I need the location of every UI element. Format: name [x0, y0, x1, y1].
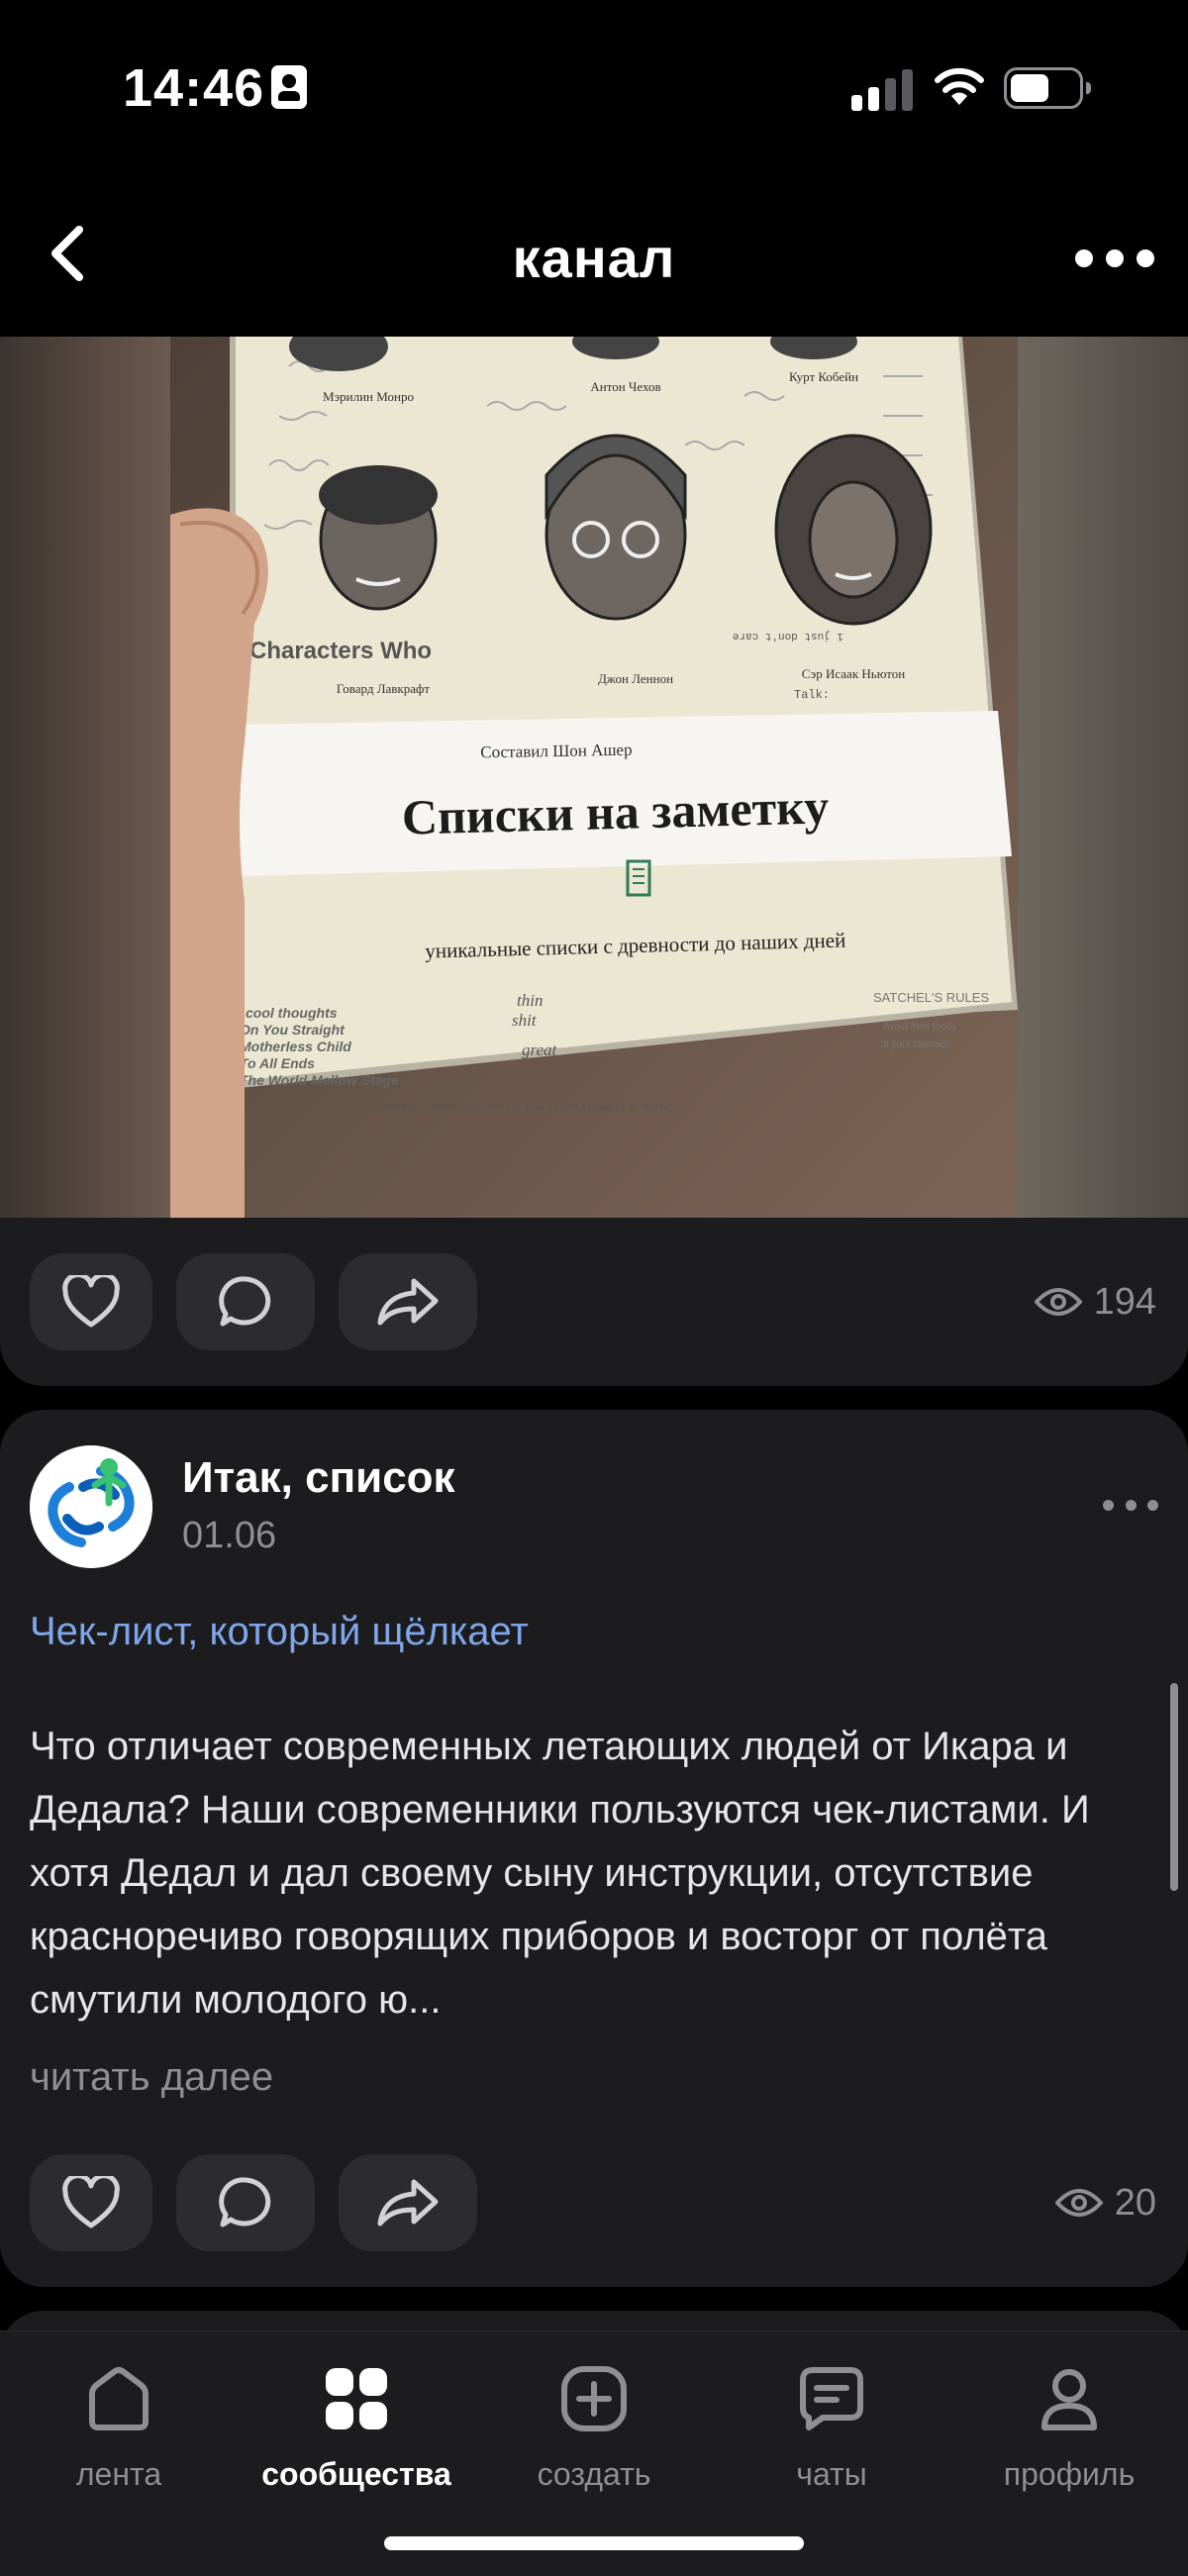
post-image-area[interactable]: Мэрилин Монро Антон Чехов Курт Кобейн Го…: [0, 337, 1188, 1218]
more-options-button[interactable]: [1075, 234, 1154, 283]
eye-icon: [1034, 1288, 1082, 1316]
author-name[interactable]: Итак, список: [182, 1453, 455, 1503]
portrait-label: Сэр Исаак Ньютон: [802, 666, 905, 681]
tab-communities[interactable]: сообщества: [238, 2359, 475, 2508]
channel-logo-icon: [30, 1445, 152, 1568]
more-dot: [1106, 249, 1124, 267]
cover-snippet: Avoid fried foods: [883, 1022, 956, 1033]
views-count: 20: [1114, 2181, 1156, 2224]
portrait-label: Говард Лавкрафт: [337, 681, 431, 696]
book-cover-photo: Мэрилин Монро Антон Чехов Курт Кобейн Го…: [170, 337, 1018, 1218]
cover-snippet: SATCHEL'S RULES: [873, 990, 989, 1005]
like-button[interactable]: [30, 2154, 152, 2251]
more-dot: [1125, 1499, 1137, 1511]
comment-button[interactable]: [176, 2154, 315, 2251]
media-post-card: 194: [0, 1218, 1188, 1386]
status-bar: 14:46: [0, 0, 1188, 178]
grid-icon: [317, 2359, 396, 2438]
screen: 14:46 канал Мэрилин Монро Антон Чехов Ку…: [0, 0, 1188, 2576]
portrait-label: Джон Леннон: [598, 671, 673, 686]
comment-bubble-icon: [219, 2177, 271, 2228]
id-card-icon: [271, 65, 307, 109]
home-indicator: [384, 2536, 804, 2550]
tab-create[interactable]: создать: [475, 2359, 713, 2508]
wifi-icon: [935, 67, 984, 105]
post-body: Что отличает современных летающих людей …: [30, 1725, 1090, 2022]
cover-snippet: If your stomach: [883, 1040, 950, 1050]
more-dot: [1103, 1499, 1114, 1511]
status-time: 14:46: [123, 58, 265, 118]
post-title[interactable]: Чек-лист, который щёлкает: [30, 1610, 529, 1654]
share-arrow-icon: [377, 2179, 439, 2227]
portrait-label: Антон Чехов: [590, 379, 660, 394]
plus-square-icon: [554, 2359, 634, 2438]
post-more-button[interactable]: [1103, 1495, 1158, 1515]
page-title: канал: [512, 227, 676, 289]
post-date: 01.06: [182, 1515, 277, 1556]
tab-profile[interactable]: профиль: [950, 2359, 1188, 2508]
tab-label: создать: [537, 2456, 651, 2492]
cover-snippet: On You Straight: [240, 1022, 346, 1038]
portrait-label: Мэрилин Монро: [323, 389, 414, 404]
heart-icon: [62, 1275, 120, 1328]
image-blur-left: [0, 337, 170, 1218]
read-more-link[interactable]: читать далее: [30, 2055, 273, 2100]
book-compiler: Составил Шон Ашер: [480, 741, 633, 762]
tab-label: профиль: [1003, 2456, 1136, 2492]
eye-icon: [1054, 2189, 1103, 2217]
share-button[interactable]: [339, 1253, 477, 1350]
heart-icon: [62, 2176, 120, 2229]
cover-snippet: shit: [512, 1011, 538, 1030]
cover-snippet: Motherless Child: [240, 1039, 351, 1054]
post-actions: [30, 2154, 477, 2251]
person-icon: [1030, 2359, 1109, 2438]
tab-chats[interactable]: чаты: [713, 2359, 950, 2508]
cover-snippet: Characters Who: [249, 638, 432, 664]
tab-label: сообщества: [261, 2456, 451, 2492]
tab-feed[interactable]: лента: [0, 2359, 238, 2508]
cover-snippet: Talk:: [794, 688, 830, 702]
cover-snippet: The World Mellow Stage: [240, 1072, 399, 1088]
share-arrow-icon: [377, 1278, 439, 1326]
comment-button[interactable]: [176, 1253, 315, 1350]
cellular-signal-icon: [851, 69, 913, 111]
more-dot: [1075, 249, 1093, 267]
home-icon: [79, 2359, 158, 2438]
battery-icon: [1004, 67, 1091, 109]
more-dot: [1147, 1499, 1158, 1511]
views-count: 194: [1093, 1280, 1156, 1323]
text-post-card: Итак, список 01.06 Чек-лист, который щёл…: [0, 1410, 1188, 2287]
nav-header: канал: [0, 178, 1188, 337]
like-button[interactable]: [30, 1253, 152, 1350]
tab-label: чаты: [796, 2456, 867, 2492]
post-actions: [30, 1253, 477, 1350]
cover-snippet: thin: [517, 991, 543, 1010]
views-counter: 20: [1054, 2154, 1156, 2251]
image-blur-right: [1018, 337, 1188, 1218]
share-button[interactable]: [339, 2154, 477, 2251]
portrait-label: Курт Кобейн: [789, 369, 858, 384]
cover-snippet: 1 just don't care: [733, 630, 843, 642]
more-dot: [1137, 249, 1154, 267]
cover-snippet: great: [522, 1040, 558, 1059]
views-counter: 194: [1034, 1253, 1156, 1350]
post-photo[interactable]: Мэрилин Монро Антон Чехов Курт Кобейн Го…: [170, 337, 1018, 1218]
tab-label: лента: [75, 2456, 162, 2492]
book-title: Списки на заметку: [401, 778, 830, 844]
cover-snippet: cool thoughts: [246, 1005, 338, 1021]
cover-snippet: To All Ends: [240, 1055, 315, 1071]
cover-snippet: Is there any advice that you can give to…: [368, 1103, 672, 1112]
comment-bubble-icon: [219, 1276, 271, 1327]
avatar[interactable]: [30, 1445, 152, 1568]
chat-icon: [792, 2359, 871, 2438]
scrollbar[interactable]: [1170, 1683, 1178, 1891]
